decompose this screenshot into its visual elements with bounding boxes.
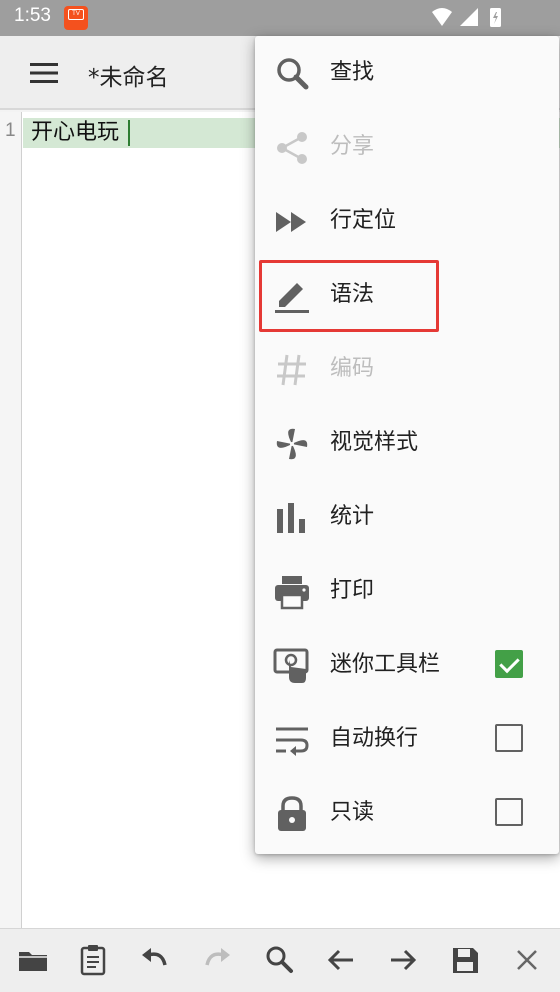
menu-item-word-wrap[interactable]: 自动换行 bbox=[255, 702, 559, 776]
menu-item-goto-line[interactable]: 行定位 bbox=[255, 184, 559, 258]
menu-item-statistics[interactable]: 统计 bbox=[255, 480, 559, 554]
menu-item-encoding[interactable]: 编码 bbox=[255, 332, 559, 406]
highlighter-icon bbox=[273, 277, 311, 315]
clipboard-icon[interactable] bbox=[76, 943, 110, 977]
menu-item-print[interactable]: 打印 bbox=[255, 554, 559, 628]
menu-item-label: 编码 bbox=[330, 356, 375, 381]
document-title: *未命名 bbox=[88, 65, 169, 91]
folder-icon[interactable] bbox=[16, 943, 50, 977]
editor-line-text[interactable]: 开心电玩 bbox=[31, 118, 119, 148]
lock-icon bbox=[273, 795, 311, 833]
pinwheel-icon bbox=[273, 425, 311, 463]
menu-item-label: 查找 bbox=[330, 60, 375, 85]
menu-item-label: 打印 bbox=[330, 578, 375, 603]
menu-item-mini-toolbar[interactable]: 迷你工具栏 bbox=[255, 628, 559, 702]
menu-item-label: 只读 bbox=[330, 800, 375, 825]
menu-item-label: 自动换行 bbox=[330, 726, 419, 751]
status-time: 1:53 bbox=[14, 5, 51, 26]
menu-item-syntax[interactable]: 语法 bbox=[255, 258, 559, 332]
fast-forward-icon bbox=[273, 203, 311, 241]
menu-item-label: 分享 bbox=[330, 134, 375, 159]
tv-app-icon-text: TV bbox=[68, 9, 84, 20]
arrow-left-icon[interactable] bbox=[324, 943, 358, 977]
wifi-icon bbox=[432, 8, 452, 26]
printer-icon bbox=[273, 573, 311, 611]
menu-item-label: 统计 bbox=[330, 504, 375, 529]
menu-item-visual-style[interactable]: 视觉样式 bbox=[255, 406, 559, 480]
close-icon[interactable] bbox=[510, 943, 544, 977]
menu-item-read-only[interactable]: 只读 bbox=[255, 776, 559, 850]
status-bar: 1:53 TV bbox=[0, 0, 560, 36]
wrap-icon bbox=[273, 721, 311, 759]
save-icon[interactable] bbox=[448, 943, 482, 977]
system-status-icons bbox=[432, 8, 501, 27]
share-icon bbox=[273, 129, 311, 167]
menu-item-find[interactable]: 查找 bbox=[255, 36, 559, 110]
hash-icon bbox=[273, 351, 311, 389]
menu-item-label: 视觉样式 bbox=[330, 430, 419, 455]
arrow-right-icon[interactable] bbox=[386, 943, 420, 977]
overflow-menu: 查找 分享 行定位 语法 编码 视觉样式 统计 打印 迷你工具栏 自动换行 只读 bbox=[255, 36, 559, 854]
bar-chart-icon bbox=[273, 499, 311, 537]
signal-icon bbox=[460, 8, 478, 26]
mini-toolbar-checkbox[interactable] bbox=[495, 650, 523, 678]
read-only-checkbox[interactable] bbox=[495, 798, 523, 826]
text-cursor bbox=[128, 120, 130, 146]
line-number-gutter: 1 bbox=[0, 112, 22, 928]
word-wrap-checkbox[interactable] bbox=[495, 724, 523, 752]
line-number: 1 bbox=[5, 120, 16, 141]
menu-item-label: 迷你工具栏 bbox=[330, 652, 441, 677]
search-icon bbox=[273, 55, 311, 93]
hamburger-menu-icon[interactable] bbox=[28, 61, 60, 85]
bottom-toolbar bbox=[0, 928, 560, 992]
tv-app-icon: TV bbox=[64, 6, 88, 30]
undo-icon[interactable] bbox=[138, 943, 172, 977]
menu-item-share[interactable]: 分享 bbox=[255, 110, 559, 184]
menu-item-label: 语法 bbox=[330, 282, 375, 307]
touch-screen-icon bbox=[273, 647, 311, 685]
search-icon[interactable] bbox=[262, 943, 296, 977]
menu-item-label: 行定位 bbox=[330, 208, 397, 233]
redo-icon[interactable] bbox=[200, 943, 234, 977]
